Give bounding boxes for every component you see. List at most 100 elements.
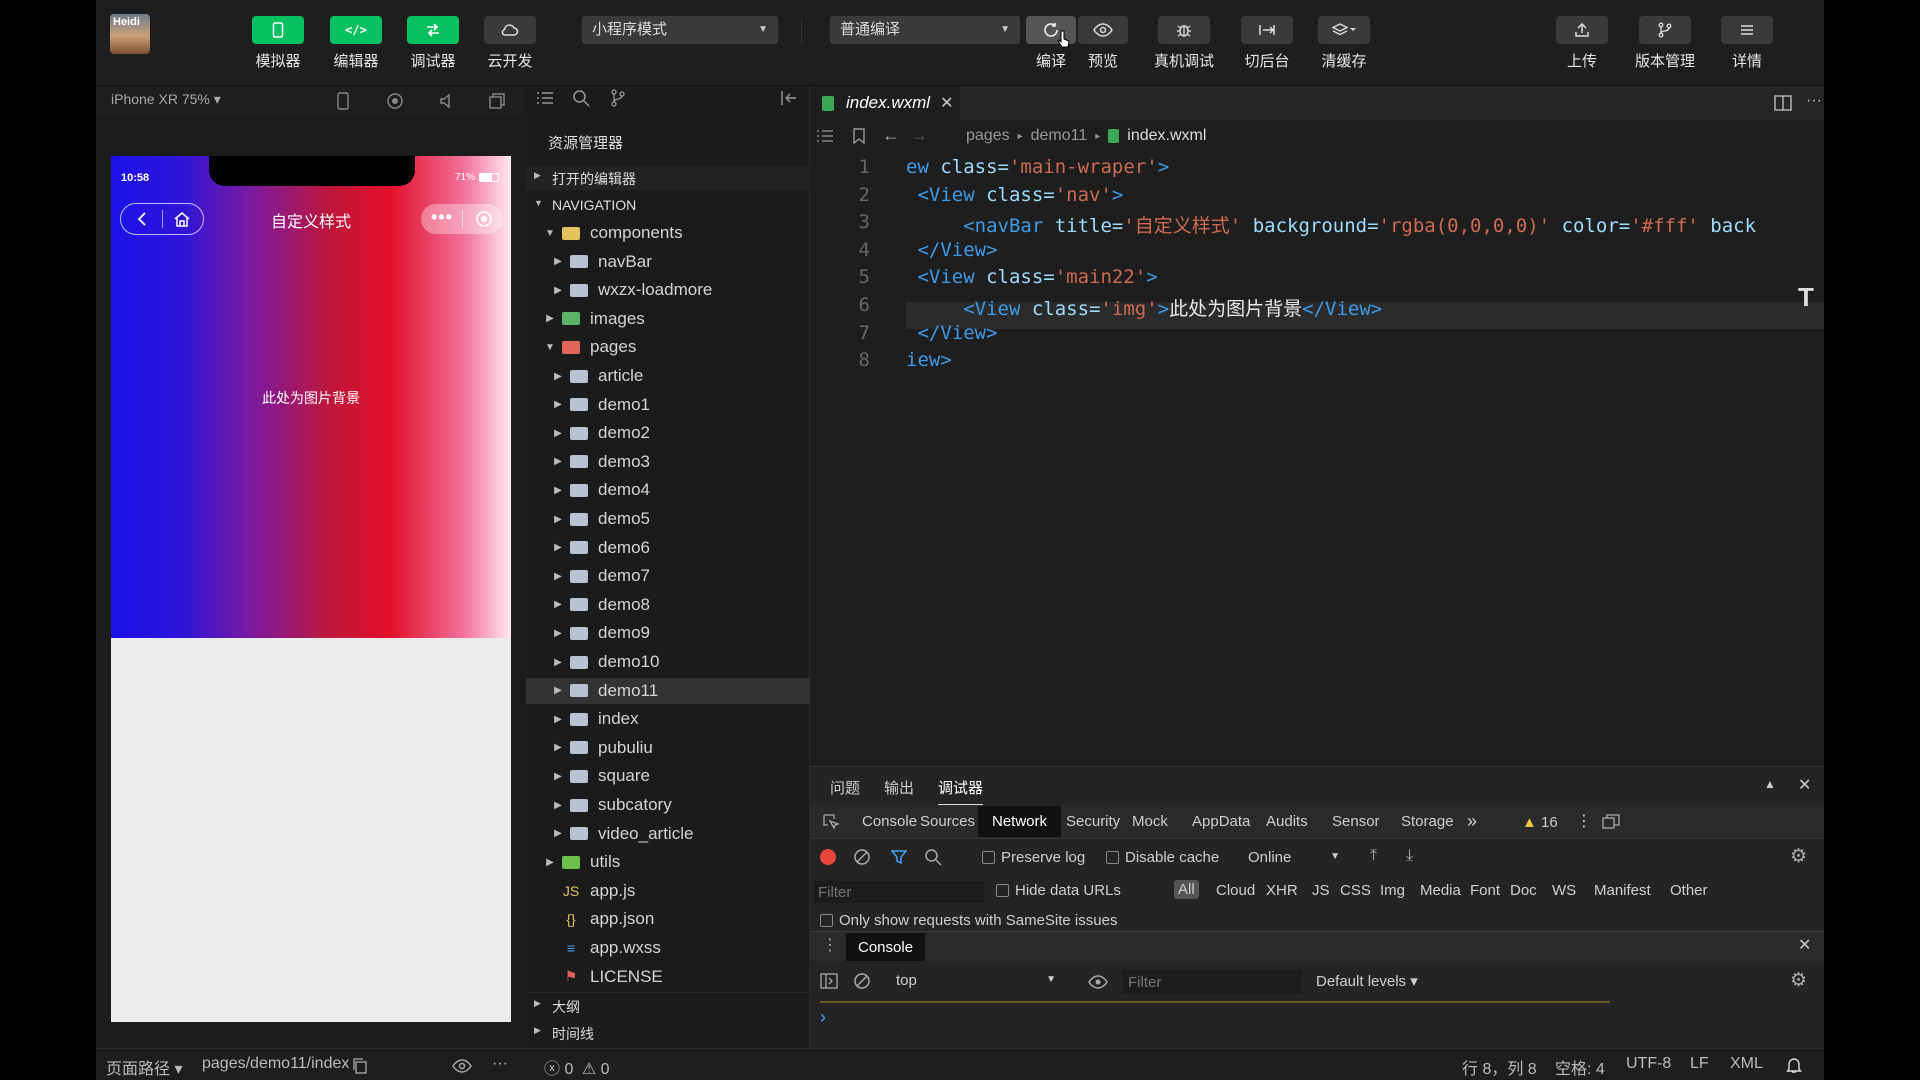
search-icon[interactable] <box>572 89 590 107</box>
devtools-tab-mock[interactable]: Mock <box>1132 813 1168 830</box>
resource-type-js[interactable]: JS <box>1312 882 1330 899</box>
maximize-panel-icon[interactable]: ▲ <box>1764 777 1776 791</box>
tree-folder[interactable]: ▶ demo9 <box>526 620 810 646</box>
compile-mode-select[interactable]: 普通编译 ▼ <box>830 16 1020 44</box>
encoding[interactable]: UTF-8 <box>1626 1055 1671 1073</box>
tree-folder[interactable]: ▶ video_article <box>526 821 810 847</box>
eye-icon[interactable] <box>452 1059 472 1073</box>
record-button[interactable] <box>820 849 836 865</box>
tree-file[interactable]: ≡ app.wxss <box>526 935 810 961</box>
tree-file[interactable]: ⚑ LICENSE <box>526 964 810 990</box>
import-har-icon[interactable]: ⤒ <box>1370 847 1377 865</box>
tree-folder[interactable]: ▶ demo11 <box>526 677 810 704</box>
tree-folder[interactable]: ▶ demo10 <box>526 649 810 675</box>
close-panel-icon[interactable]: ✕ <box>1798 775 1811 795</box>
resource-type-font[interactable]: Font <box>1470 882 1500 899</box>
resource-type-ws[interactable]: WS <box>1552 882 1576 899</box>
tree-folder[interactable]: ▶ demo7 <box>526 563 810 589</box>
console-settings-icon[interactable]: ⚙ <box>1790 969 1807 992</box>
log-levels-select[interactable]: Default levels ▾ <box>1316 972 1418 990</box>
tree-folder[interactable]: ▶ demo3 <box>526 449 810 475</box>
tree-folder[interactable]: ▶ demo1 <box>526 392 810 418</box>
tree-folder[interactable]: ▶ square <box>526 763 810 789</box>
record-icon[interactable] <box>386 92 404 110</box>
tree-file[interactable]: JS app.js <box>526 878 810 904</box>
throttle-select[interactable]: Online ▼ <box>1248 849 1340 866</box>
network-filter-input[interactable] <box>814 881 984 903</box>
console-prompt[interactable]: › <box>820 1007 826 1028</box>
sidebar-toggle-icon[interactable] <box>820 973 838 989</box>
cursor-position[interactable]: 行 8，列 8 <box>1462 1055 1537 1079</box>
cloud-button[interactable] <box>484 16 536 44</box>
tree-folder[interactable]: ▶ pubuliu <box>526 735 810 761</box>
new-window-icon[interactable] <box>488 92 506 110</box>
console-filter-input[interactable] <box>1122 970 1302 994</box>
code-line[interactable]: <View class='img'>此处为图片背景</View> <box>906 294 1382 321</box>
clear-cache-button[interactable] <box>1318 16 1370 44</box>
project-header[interactable]: ▼ NAVIGATION <box>526 194 810 218</box>
avatar[interactable]: Heidi <box>110 14 150 54</box>
collapse-panel-icon[interactable] <box>780 90 798 106</box>
resource-type-xhr[interactable]: XHR <box>1266 882 1298 899</box>
tree-folder[interactable]: ▶ images <box>526 306 810 332</box>
tree-folder[interactable]: ▶ demo4 <box>526 477 810 503</box>
phone-rotate-icon[interactable] <box>336 92 350 110</box>
close-tab-icon[interactable]: ✕ <box>940 93 953 113</box>
outline-header[interactable]: ▶ 大纲 <box>526 992 810 1016</box>
search-icon[interactable] <box>924 848 942 866</box>
code-area[interactable]: 1 ew class='main-wraper'> 2 <View class='n… <box>810 152 1824 762</box>
page-path-label[interactable]: 页面路径 ▾ <box>106 1055 182 1079</box>
close-miniprogram-icon[interactable] <box>475 210 493 228</box>
device-select[interactable]: iPhone XR 75% ▾ <box>111 91 221 108</box>
source-control-icon[interactable] <box>610 89 626 107</box>
code-line[interactable]: <View class='main22'> <box>906 266 1157 288</box>
debugger-button[interactable] <box>407 16 459 44</box>
tree-folder[interactable]: ▶ article <box>526 363 810 389</box>
preserve-log-checkbox[interactable]: Preserve log <box>982 849 1085 866</box>
devtools-tab-storage[interactable]: Storage <box>1401 813 1454 830</box>
copy-icon[interactable] <box>352 1058 368 1074</box>
resource-type-doc[interactable]: Doc <box>1510 882 1537 899</box>
open-editors-header[interactable]: ▶ 打开的编辑器 <box>526 166 810 190</box>
language-mode[interactable]: XML <box>1730 1055 1763 1073</box>
disable-cache-checkbox[interactable]: Disable cache <box>1106 849 1219 866</box>
breadcrumb-item[interactable]: demo11 <box>1031 127 1088 145</box>
problems-indicator[interactable]: ⓧ 0 ⚠ 0 <box>544 1055 610 1079</box>
resource-type-cloud[interactable]: Cloud <box>1216 882 1255 899</box>
breadcrumb-item[interactable]: pages <box>966 127 1010 145</box>
hide-data-urls-checkbox[interactable]: Hide data URLs <box>996 882 1121 899</box>
simulator-button[interactable] <box>252 16 304 44</box>
split-editor-icon[interactable] <box>1774 95 1792 111</box>
tab-debugger[interactable]: 调试器 <box>938 777 984 806</box>
tree-folder[interactable]: ▶ navBar <box>526 249 810 275</box>
tree-folder[interactable]: ▶ wxzx-loadmore <box>526 277 810 303</box>
inspect-element-icon[interactable] <box>822 813 840 831</box>
drawer-menu-icon[interactable]: ⋮ <box>822 935 838 955</box>
undock-icon[interactable] <box>1602 814 1620 830</box>
devtools-tab-network[interactable]: Network <box>978 806 1062 837</box>
tab-output[interactable]: 输出 <box>884 777 914 798</box>
export-har-icon[interactable]: ⤓ <box>1406 847 1413 865</box>
list-icon[interactable] <box>816 129 834 143</box>
version-button[interactable] <box>1639 16 1691 44</box>
devtools-tab-security[interactable]: Security <box>1066 813 1120 830</box>
bookmark-icon[interactable] <box>852 128 866 144</box>
notification-bell-icon[interactable] <box>1786 1056 1802 1074</box>
breadcrumb-item[interactable]: index.wxml <box>1127 127 1206 145</box>
more-icon[interactable]: ··· <box>492 1055 508 1073</box>
close-drawer-icon[interactable]: ✕ <box>1798 935 1811 955</box>
network-settings-icon[interactable]: ⚙ <box>1790 845 1807 868</box>
code-line[interactable]: ew class='main-wraper'> <box>906 156 1169 178</box>
mode-select[interactable]: 小程序模式 ▼ <box>582 16 778 44</box>
devtools-tab-console[interactable]: Console <box>862 813 917 830</box>
devtools-tab-appdata[interactable]: AppData <box>1192 813 1250 830</box>
preview-button[interactable] <box>1078 16 1128 44</box>
indentation[interactable]: 空格: 4 <box>1555 1055 1605 1079</box>
devtools-tab-sources[interactable]: Sources <box>920 813 975 830</box>
volume-icon[interactable] <box>438 92 456 110</box>
tree-folder[interactable]: ▶ demo6 <box>526 535 810 561</box>
resource-type-img[interactable]: Img <box>1380 882 1405 899</box>
end-of-line[interactable]: LF <box>1690 1055 1709 1073</box>
devtools-tab-audits[interactable]: Audits <box>1266 813 1308 830</box>
resource-type-other[interactable]: Other <box>1670 882 1708 899</box>
